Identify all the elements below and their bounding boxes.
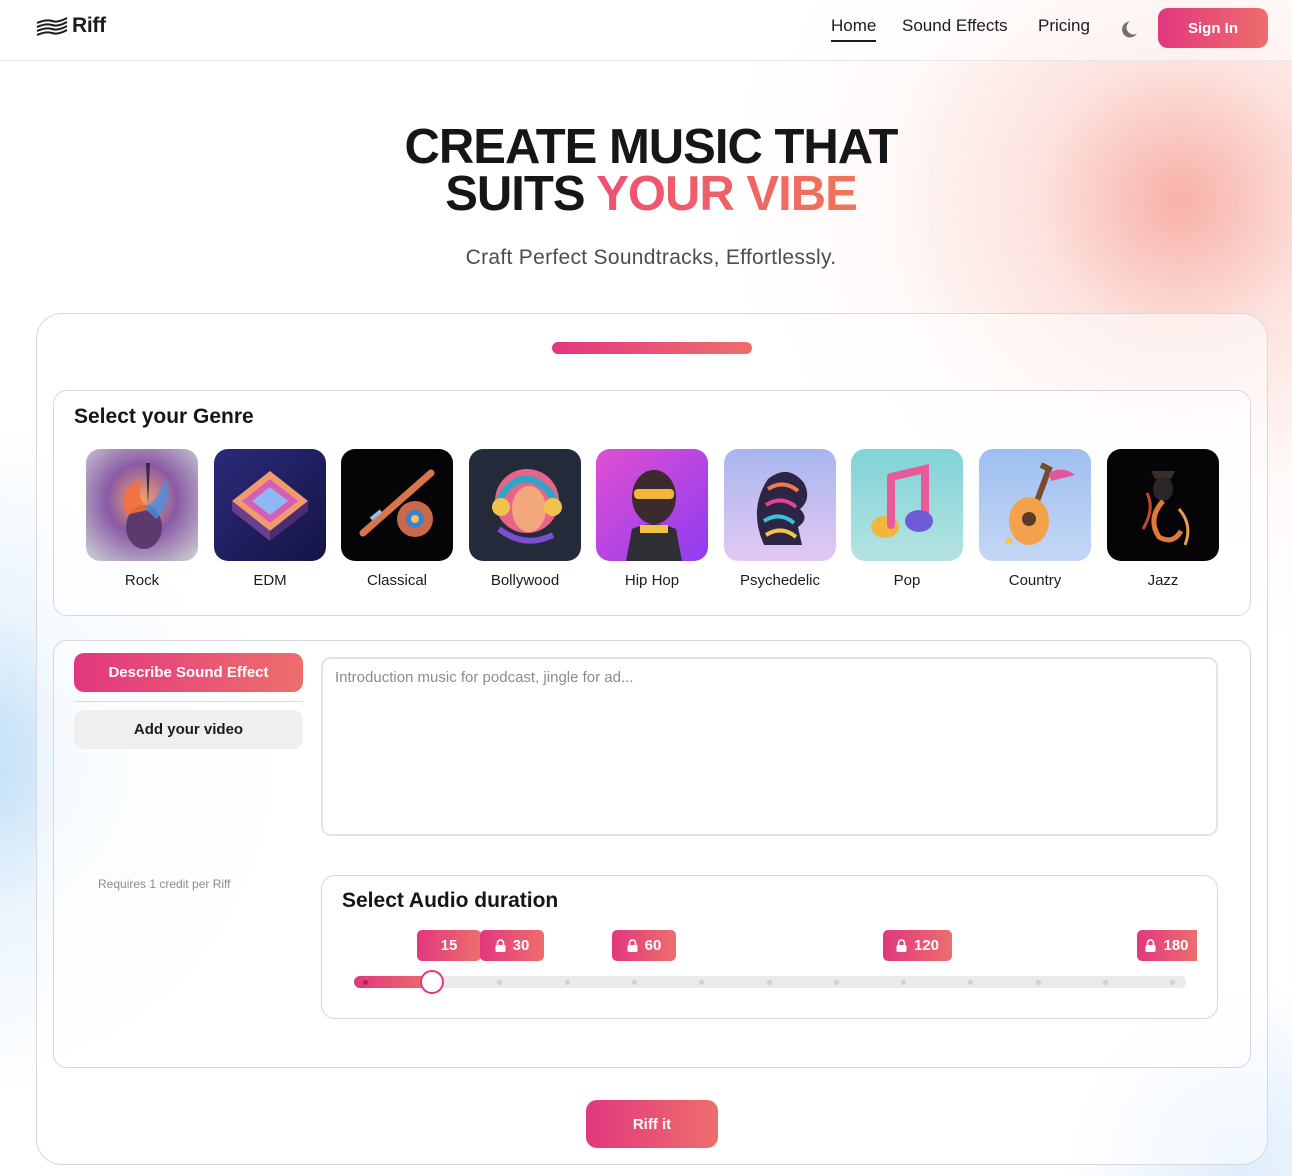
tab-describe-sound-effect[interactable]: Describe Sound Effect xyxy=(74,653,303,692)
pop-music-note-icon xyxy=(851,449,963,561)
genre-label: Hip Hop xyxy=(624,572,680,589)
hip-hop-head-icon xyxy=(596,449,708,561)
genre-section-title: Select your Genre xyxy=(74,405,254,428)
duration-slider-thumb[interactable] xyxy=(420,970,444,994)
psychedelic-profile-icon xyxy=(724,449,836,561)
lock-icon xyxy=(627,939,638,952)
hero-title: CREATE MUSIC THAT SUITS YOUR VIBE xyxy=(0,120,1292,219)
genre-hip-hop[interactable]: Hip Hop xyxy=(596,449,708,589)
hero-title-accent: YOUR VIBE xyxy=(596,167,858,221)
country-guitar-icon xyxy=(979,449,1091,561)
lock-icon xyxy=(1145,939,1156,952)
slider-tick xyxy=(1170,980,1175,985)
riff-it-button[interactable]: Riff it xyxy=(586,1100,718,1148)
classical-instrument-icon xyxy=(341,449,453,561)
duration-chip-label: 60 xyxy=(644,937,662,954)
edm-speaker-icon xyxy=(214,449,326,561)
slider-tick xyxy=(834,980,839,985)
prompt-textarea[interactable] xyxy=(321,657,1218,836)
top-navbar: Riff Home Sound Effects Pricing Sign In xyxy=(0,0,1292,61)
genre-label: Rock xyxy=(124,572,160,589)
duration-section: Select Audio duration 15 30 60 120 180 xyxy=(321,875,1218,1019)
duration-chip-label: 30 xyxy=(512,937,530,954)
duration-chip-30[interactable]: 30 xyxy=(480,930,544,961)
duration-chip-label: 15 xyxy=(440,937,458,954)
bollywood-headphones-icon xyxy=(469,449,581,561)
tab-add-video[interactable]: Add your video xyxy=(74,710,303,749)
slider-tick xyxy=(632,980,637,985)
genre-edm[interactable]: EDM xyxy=(214,449,326,589)
nav-home[interactable]: Home xyxy=(831,16,877,42)
slider-tick xyxy=(565,980,570,985)
music-generator-card: Select your Genre Rock EDM Classical Bol… xyxy=(36,313,1268,1165)
genre-label: Pop xyxy=(893,572,921,589)
slider-tick xyxy=(767,980,772,985)
nav-sound-effects[interactable]: Sound Effects xyxy=(902,16,1008,40)
tab-divider xyxy=(74,701,303,702)
slider-tick xyxy=(699,980,704,985)
hero-subtitle: Craft Perfect Soundtracks, Effortlessly. xyxy=(465,246,837,269)
jazz-saxophone-icon xyxy=(1107,449,1219,561)
slider-tick xyxy=(901,980,906,985)
genre-label: EDM xyxy=(253,572,287,589)
duration-chip-180[interactable]: 180 xyxy=(1137,930,1197,961)
hero-title-line1: CREATE MUSIC THAT xyxy=(404,120,899,174)
genre-rock[interactable]: Rock xyxy=(86,449,198,589)
credit-note: Requires 1 credit per Riff xyxy=(98,877,231,891)
rock-guitar-icon xyxy=(86,449,198,561)
duration-chip-label: 180 xyxy=(1163,937,1189,954)
lock-icon xyxy=(495,939,506,952)
genre-label: Classical xyxy=(366,572,427,589)
prompt-section: Describe Sound Effect Add your video Req… xyxy=(53,640,1251,1068)
slider-tick xyxy=(497,980,502,985)
genre-section: Select your Genre Rock EDM Classical Bol… xyxy=(53,390,1251,616)
waves-logo-icon xyxy=(36,17,68,36)
slider-tick xyxy=(1103,980,1108,985)
sign-in-button[interactable]: Sign In xyxy=(1158,8,1268,48)
nav-pricing[interactable]: Pricing xyxy=(1038,16,1090,40)
genre-psychedelic[interactable]: Psychedelic xyxy=(724,449,836,589)
slider-tick xyxy=(363,980,368,985)
duration-chip-label: 120 xyxy=(913,937,940,954)
logo[interactable]: Riff xyxy=(36,14,106,38)
moon-icon[interactable] xyxy=(1119,17,1143,41)
duration-section-title: Select Audio duration xyxy=(342,889,559,912)
duration-chip-120[interactable]: 120 xyxy=(883,930,952,961)
logo-text: Riff xyxy=(72,14,106,37)
slider-tick xyxy=(1036,980,1041,985)
genre-label: Country xyxy=(1008,572,1062,589)
genre-pop[interactable]: Pop xyxy=(851,449,963,589)
duration-slider[interactable] xyxy=(354,970,1186,994)
hero-title-line2: SUITS YOUR VIBE xyxy=(0,170,1292,219)
genre-country[interactable]: Country xyxy=(979,449,1091,589)
genre-label: Bollywood xyxy=(490,572,560,589)
genre-label: Psychedelic xyxy=(739,572,821,589)
wizard-progress-bar xyxy=(552,342,752,354)
genre-bollywood[interactable]: Bollywood xyxy=(469,449,581,589)
hero-title-prefix: SUITS xyxy=(445,167,597,221)
lock-icon xyxy=(896,939,907,952)
genre-classical[interactable]: Classical xyxy=(341,449,453,589)
duration-chip-60[interactable]: 60 xyxy=(612,930,676,961)
genre-jazz[interactable]: Jazz xyxy=(1107,449,1219,589)
genre-label: Jazz xyxy=(1147,572,1179,589)
duration-chip-15[interactable]: 15 xyxy=(417,930,481,961)
slider-tick xyxy=(968,980,973,985)
